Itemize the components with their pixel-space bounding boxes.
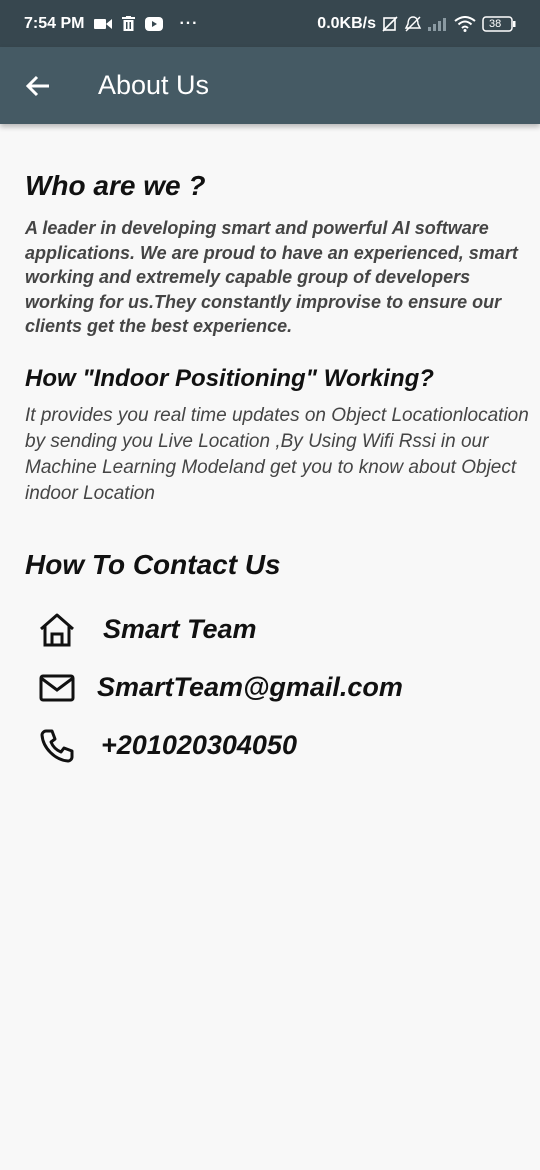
wifi-icon: [454, 15, 476, 32]
contact-item-name: Smart Team: [37, 601, 531, 659]
contact-phone[interactable]: +201020304050: [101, 730, 297, 761]
contact-email[interactable]: SmartTeam@gmail.com: [97, 672, 403, 703]
trash-icon: [122, 16, 136, 31]
how-it-works-heading: How "Indoor Positioning" Working?: [25, 364, 434, 392]
about-description: A leader in developing smart and powerfu…: [25, 218, 518, 336]
mail-icon: [37, 668, 77, 708]
how-it-works-description: It provides you real time updates on Obj…: [25, 404, 529, 504]
status-time: 7:54 PM: [24, 14, 85, 32]
page-title: About Us: [98, 70, 210, 100]
battery-level: 38: [489, 17, 502, 30]
arrow-left-icon: [25, 74, 51, 98]
contact-item-phone[interactable]: +201020304050: [37, 717, 531, 775]
battery-icon: 38: [482, 15, 516, 32]
sim-off-icon: [382, 15, 398, 32]
app-bar: About Us: [0, 47, 540, 124]
network-speed: 0.0KB/s: [317, 14, 376, 32]
contact-heading: How To Contact Us: [25, 548, 281, 580]
about-heading: Who are we ?: [25, 170, 206, 201]
video-camera-icon: [94, 18, 113, 30]
back-button[interactable]: [10, 58, 66, 114]
signal-icon: [428, 17, 448, 31]
youtube-icon: [145, 16, 164, 31]
more-notifications-icon: ···: [179, 14, 199, 32]
contact-item-email[interactable]: SmartTeam@gmail.com: [37, 659, 531, 717]
phone-icon: [37, 726, 77, 766]
status-bar: 7:54 PM ··· 0.0KB/s 38: [0, 0, 540, 47]
alarm-off-icon: [404, 15, 422, 33]
contact-name: Smart Team: [103, 614, 257, 644]
home-icon: [37, 610, 77, 650]
about-content: Who are we ? A leader in developing smar…: [25, 170, 531, 775]
